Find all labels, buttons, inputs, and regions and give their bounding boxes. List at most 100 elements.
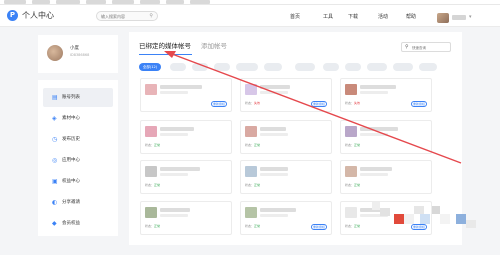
profile-id: ID8386868 (70, 53, 90, 57)
account-status: 状态：正常 (345, 183, 360, 188)
status-badge: 正常 (354, 183, 361, 187)
bookmark-item[interactable] (190, 0, 210, 4)
account-card[interactable]: 重新授权 (140, 78, 232, 112)
top-navigation-bar: P 个人中心 ⚲ 首页 工具 下载 活动 帮助 ▾ (0, 5, 500, 27)
reauthorize-button[interactable]: 重新授权 (211, 101, 227, 107)
account-avatar (245, 166, 257, 177)
account-name-blurred (160, 127, 194, 131)
filter-pill[interactable] (393, 63, 413, 71)
profile-name: 小度 (70, 46, 79, 51)
bookmark-item[interactable] (112, 0, 134, 4)
reauthorize-button[interactable]: 重新授权 (311, 101, 327, 107)
account-status: 状态：失效 (345, 101, 360, 106)
status-badge: 正常 (254, 143, 261, 147)
filter-pill[interactable] (367, 63, 387, 71)
account-card[interactable]: 状态：正常 重新授权 (240, 201, 332, 235)
filter-pill[interactable] (295, 63, 315, 71)
account-search[interactable]: ⚲ (401, 42, 451, 52)
account-avatar (145, 166, 157, 177)
account-card[interactable]: 状态：正常 (140, 160, 232, 194)
status-badge: 正常 (254, 183, 261, 187)
bookmark-item[interactable] (32, 0, 50, 4)
sidebar-item[interactable]: ▤ 账号列表 (43, 88, 113, 107)
tab-add-account[interactable]: 添加帐号 (201, 42, 227, 51)
status-badge: 正常 (154, 224, 161, 228)
search-icon[interactable]: ⚲ (149, 13, 153, 19)
status-badge: 正常 (154, 183, 161, 187)
tab-bound-accounts[interactable]: 已绑定的媒体帐号 (139, 42, 191, 51)
sidebar-item-label: 素材中心 (62, 116, 80, 121)
sidebar-item[interactable]: ▣ 权益中心 (43, 172, 113, 191)
filter-pill[interactable] (170, 63, 186, 71)
account-card[interactable]: 状态：正常 (340, 120, 432, 154)
account-search-input[interactable] (412, 44, 448, 51)
page-title: 个人中心 (22, 11, 54, 20)
account-card[interactable]: 状态：失效 重新授权 (240, 78, 332, 112)
account-detail-blurred (360, 173, 388, 176)
account-card[interactable]: 状态：正常 (140, 120, 232, 154)
filter-pill[interactable] (419, 63, 437, 71)
sidebar-item[interactable]: ◷ 发布历史 (43, 130, 113, 149)
status-label: 状态： (345, 143, 355, 147)
account-card[interactable]: 状态：正常 (240, 160, 332, 194)
avatar[interactable] (47, 45, 63, 61)
account-avatar (145, 207, 157, 218)
account-status: 状态：正常 (145, 183, 160, 188)
nav-item-download[interactable]: 下载 (348, 14, 358, 20)
account-detail-blurred (260, 133, 288, 136)
status-label: 状态： (145, 183, 155, 187)
reauthorize-button[interactable]: 重新授权 (411, 224, 427, 230)
user-name-blurred[interactable] (452, 15, 466, 20)
filter-pill[interactable] (192, 63, 208, 71)
account-detail-blurred (160, 173, 188, 176)
account-card[interactable]: 状态：正常 (240, 120, 332, 154)
search-input[interactable] (101, 12, 145, 20)
app-logo[interactable]: P (7, 10, 18, 21)
filter-all[interactable]: 全部(12) (139, 63, 161, 71)
account-detail-blurred (260, 91, 288, 94)
filter-pill[interactable] (323, 63, 339, 71)
sidebar-item[interactable]: ◈ 素材中心 (43, 109, 113, 128)
bookmark-item[interactable] (166, 0, 184, 4)
status-badge: 正常 (354, 143, 361, 147)
list-icon: ▤ (52, 94, 58, 101)
account-name-blurred (160, 85, 202, 89)
top-search[interactable]: ⚲ (96, 11, 158, 21)
filter-pill[interactable] (264, 63, 282, 71)
status-label: 状态： (345, 224, 355, 228)
account-card[interactable]: 状态：正常 (340, 160, 432, 194)
account-avatar (245, 84, 257, 95)
bookmark-item[interactable] (140, 0, 160, 4)
sidebar-item[interactable]: ◐ 分享邀请 (43, 193, 113, 212)
reauthorize-button[interactable]: 重新授权 (311, 224, 327, 230)
sidebar-item[interactable]: ◆ 会员权益 (43, 214, 113, 233)
nav-item-events[interactable]: 活动 (378, 14, 388, 20)
status-label: 状态： (245, 224, 255, 228)
sidebar-item-label: 应用中心 (62, 158, 80, 163)
status-badge: 正常 (254, 224, 261, 228)
sidebar-item-label: 分享邀请 (62, 200, 80, 205)
account-avatar (345, 126, 357, 137)
account-name-blurred (160, 167, 200, 171)
search-icon[interactable]: ⚲ (405, 44, 409, 50)
sidebar-item[interactable]: ◎ 应用中心 (43, 151, 113, 170)
account-card[interactable]: 状态：正常 (140, 201, 232, 235)
account-name-blurred (360, 167, 392, 171)
account-card[interactable]: 状态：失效 重新授权 (340, 78, 432, 112)
user-avatar[interactable] (437, 13, 449, 23)
filter-pill[interactable] (345, 63, 361, 71)
sidebar-item-label: 权益中心 (62, 179, 80, 184)
bookmark-item[interactable] (86, 0, 106, 4)
nav-item-home[interactable]: 首页 (290, 14, 300, 20)
bookmark-item[interactable] (4, 0, 26, 4)
filter-pill[interactable] (214, 63, 230, 71)
account-detail-blurred (160, 133, 188, 136)
reauthorize-button[interactable]: 重新授权 (411, 101, 427, 107)
chevron-down-icon[interactable]: ▾ (469, 14, 472, 20)
nav-item-tools[interactable]: 工具 (323, 14, 333, 20)
account-detail-blurred (260, 214, 288, 217)
account-name-blurred (260, 208, 296, 212)
bookmark-item[interactable] (56, 0, 80, 4)
filter-pill[interactable] (236, 63, 258, 71)
nav-item-help[interactable]: 帮助 (406, 14, 416, 20)
